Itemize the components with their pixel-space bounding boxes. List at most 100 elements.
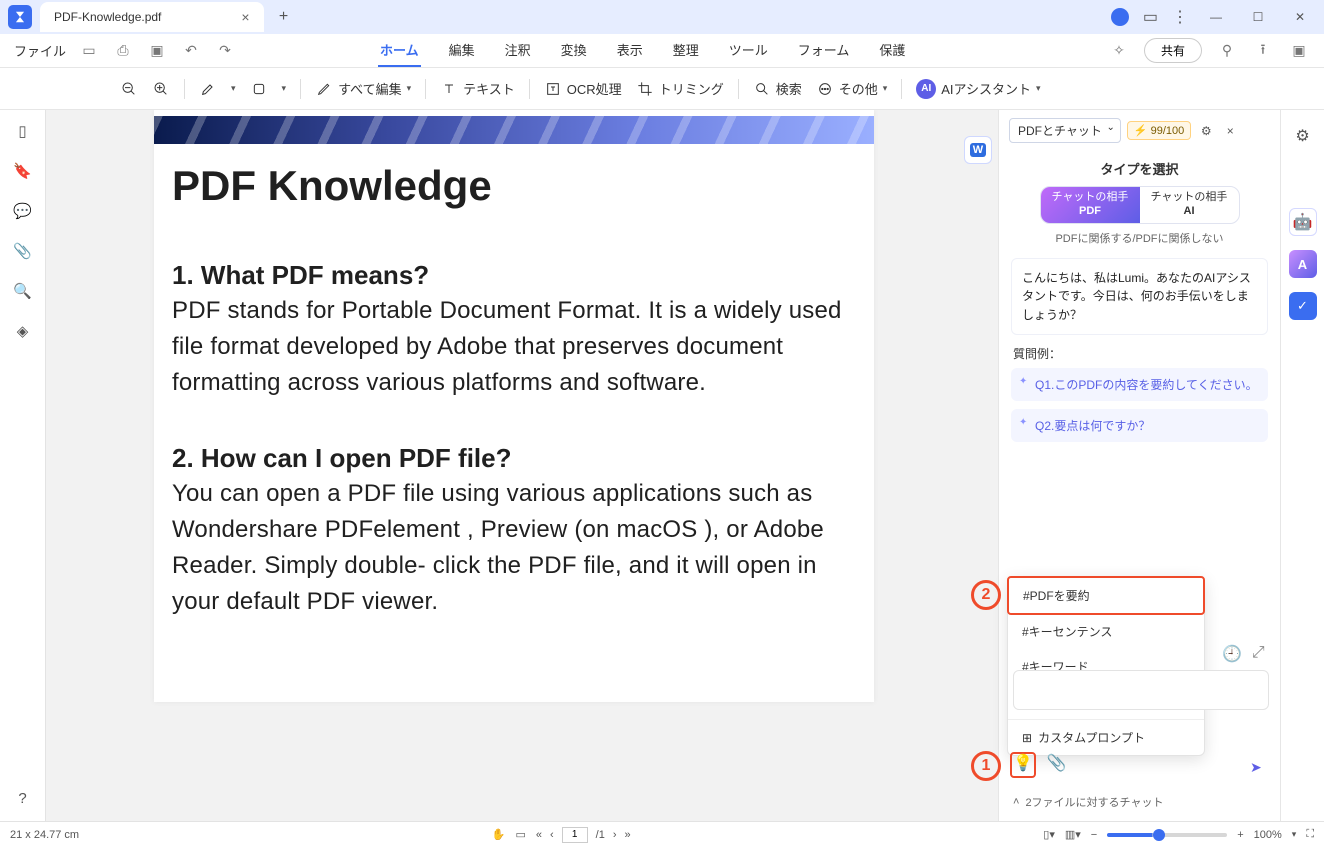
ai-assistant-button[interactable]: AIAIアシスタント▾	[916, 79, 1040, 99]
ai-example-q2[interactable]: Q2.要点は何ですか？	[1011, 409, 1268, 442]
select-tool-icon[interactable]: ▭	[515, 828, 525, 841]
prompt-keysentence[interactable]: #キーセンテンス	[1008, 614, 1204, 649]
page-number-input[interactable]	[562, 827, 588, 843]
custom-prompt-icon: ⊞	[1022, 731, 1032, 745]
tab-form[interactable]: フォーム	[796, 34, 852, 67]
history-icon[interactable]: 🕘	[1222, 644, 1242, 664]
callout-2: 2	[971, 580, 1001, 610]
sidebar-search-icon[interactable]: 🔍	[13, 282, 32, 300]
more-button[interactable]: その他▾	[816, 79, 888, 98]
tip-icon[interactable]: ✧	[1108, 42, 1130, 59]
ai-input[interactable]	[1013, 670, 1269, 710]
send-icon[interactable]: ➤	[1250, 759, 1262, 776]
right-strip: ⚙ 🤖 A ✓	[1280, 110, 1324, 821]
robot-icon[interactable]: 🤖	[1289, 208, 1317, 236]
home-toolbar: ▾ ▾ すべて編集▾ テキスト OCR処理 トリミング 検索 その他▾ AIAI…	[0, 68, 1324, 110]
ai-partner-toggle[interactable]: チャットの相手PDF チャットの相手AI	[1040, 186, 1240, 224]
page-title: PDF Knowledge	[172, 162, 856, 210]
zoom-slider[interactable]	[1107, 833, 1227, 837]
bookmarks-icon[interactable]: 🔖	[13, 162, 32, 180]
prompt-summarize[interactable]: #PDFを要約	[1007, 576, 1205, 615]
document-tab[interactable]: PDF-Knowledge.pdf ×	[40, 2, 264, 32]
toggle-pdf[interactable]: チャットの相手PDF	[1041, 187, 1140, 223]
layout-reading-icon[interactable]: ▥▾	[1065, 828, 1081, 841]
ai-quota-badge[interactable]: ⚡99/100	[1127, 121, 1191, 140]
tab-convert[interactable]: 変換	[559, 34, 589, 67]
zoom-level[interactable]: 100%	[1254, 829, 1282, 841]
help-icon[interactable]: ?	[18, 790, 26, 807]
cursor-coords: 21 x 24.77 cm	[10, 829, 79, 841]
ai-subline: PDFに関係する/PDFに関係しない	[1011, 230, 1268, 246]
zoom-out-status-icon[interactable]: −	[1091, 829, 1097, 841]
close-window-button[interactable]: ✕	[1286, 10, 1314, 24]
tab-annotate[interactable]: 注釈	[503, 34, 533, 67]
first-page-icon[interactable]: «	[536, 829, 542, 841]
ai-type-title: タイプを選択	[1011, 159, 1268, 178]
export-word-icon[interactable]: W	[964, 136, 992, 164]
fit-page-icon[interactable]: ⛶	[1306, 828, 1314, 841]
prev-page-icon[interactable]: ‹	[550, 829, 554, 841]
ai-close-icon[interactable]: ×	[1221, 124, 1239, 138]
highlighter-icon[interactable]	[199, 80, 217, 98]
tab-view[interactable]: 表示	[615, 34, 645, 67]
edit-all-button[interactable]: すべて編集▾	[315, 79, 411, 98]
search-button[interactable]: 検索	[753, 79, 802, 98]
translate-icon[interactable]: A	[1289, 250, 1317, 278]
separator	[300, 79, 301, 99]
redo-icon[interactable]: ↷	[214, 42, 236, 59]
cloud-upload-icon[interactable]: ⭱	[1252, 39, 1274, 63]
check-icon[interactable]: ✓	[1289, 292, 1317, 320]
prompt-light-icon[interactable]: 💡	[1013, 753, 1033, 773]
app-logo-icon[interactable]	[8, 5, 32, 29]
thumbnails-icon[interactable]: ▯	[18, 122, 26, 140]
ocr-button[interactable]: OCR処理	[544, 79, 622, 98]
text-button[interactable]: テキスト	[440, 79, 515, 98]
link-share-icon[interactable]: ⚲	[1216, 42, 1238, 59]
title-bar: PDF-Knowledge.pdf × + ▭ ⋮ — ☐ ✕	[0, 0, 1324, 34]
prompt-custom[interactable]: ⊞カスタムプロンプト	[1008, 719, 1204, 755]
undo-icon[interactable]: ↶	[180, 42, 202, 59]
chat-icon[interactable]: ▭	[1143, 7, 1158, 27]
separator	[529, 79, 530, 99]
share-button[interactable]: 共有	[1144, 38, 1202, 63]
minimize-button[interactable]: —	[1202, 10, 1230, 24]
zoom-in-icon[interactable]	[152, 80, 170, 98]
tab-home[interactable]: ホーム	[378, 34, 421, 67]
tab-protect[interactable]: 保護	[877, 34, 907, 67]
tab-organize[interactable]: 整理	[671, 34, 701, 67]
zoom-thumb[interactable]	[1153, 829, 1165, 841]
new-tab-button[interactable]: +	[272, 8, 296, 26]
next-page-icon[interactable]: ›	[613, 829, 617, 841]
trimming-button[interactable]: トリミング	[636, 79, 724, 98]
shape-icon[interactable]	[250, 80, 268, 98]
tab-edit[interactable]: 編集	[447, 34, 477, 67]
ai-example-q1[interactable]: Q1.このPDFの内容を要約してください。	[1011, 368, 1268, 401]
close-tab-icon[interactable]: ×	[241, 9, 249, 25]
expand-icon[interactable]: ⤢	[1252, 644, 1265, 664]
zoom-out-icon[interactable]	[120, 80, 138, 98]
zoom-in-status-icon[interactable]: +	[1237, 829, 1243, 841]
document-canvas[interactable]: PDF Knowledge 1. What PDF means? PDF sta…	[46, 110, 998, 821]
strip-settings-icon[interactable]: ⚙	[1289, 122, 1317, 150]
save-icon[interactable]: ▣	[146, 42, 168, 59]
last-page-icon[interactable]: »	[625, 829, 631, 841]
attachments-icon[interactable]: 📎	[13, 242, 32, 260]
print-icon[interactable]: ⎙	[112, 42, 134, 59]
toggle-ai[interactable]: チャットの相手AI	[1140, 187, 1239, 223]
ocr-icon	[544, 80, 562, 98]
overflow-icon[interactable]: ⋮	[1172, 7, 1188, 27]
hand-tool-icon[interactable]: ✋	[492, 828, 506, 841]
attach-icon[interactable]: 📎	[1047, 753, 1067, 773]
ai-settings-icon[interactable]: ⚙	[1197, 124, 1215, 138]
file-menu[interactable]: ファイル	[14, 41, 66, 60]
comments-icon[interactable]: 💬	[13, 202, 32, 220]
maximize-button[interactable]: ☐	[1244, 10, 1272, 24]
layers-icon[interactable]: ◈	[17, 322, 29, 340]
ai-mode-select[interactable]: PDFとチャット	[1009, 118, 1121, 143]
layout-single-icon[interactable]: ▯▾	[1043, 828, 1055, 841]
fullscreen-icon[interactable]: ▣	[1288, 42, 1310, 59]
account-icon[interactable]	[1111, 8, 1129, 26]
tab-tools[interactable]: ツール	[727, 34, 770, 67]
ai-footer[interactable]: ˄2ファイルに対するチャット	[1013, 794, 1163, 810]
open-icon[interactable]: ▭	[78, 42, 100, 59]
